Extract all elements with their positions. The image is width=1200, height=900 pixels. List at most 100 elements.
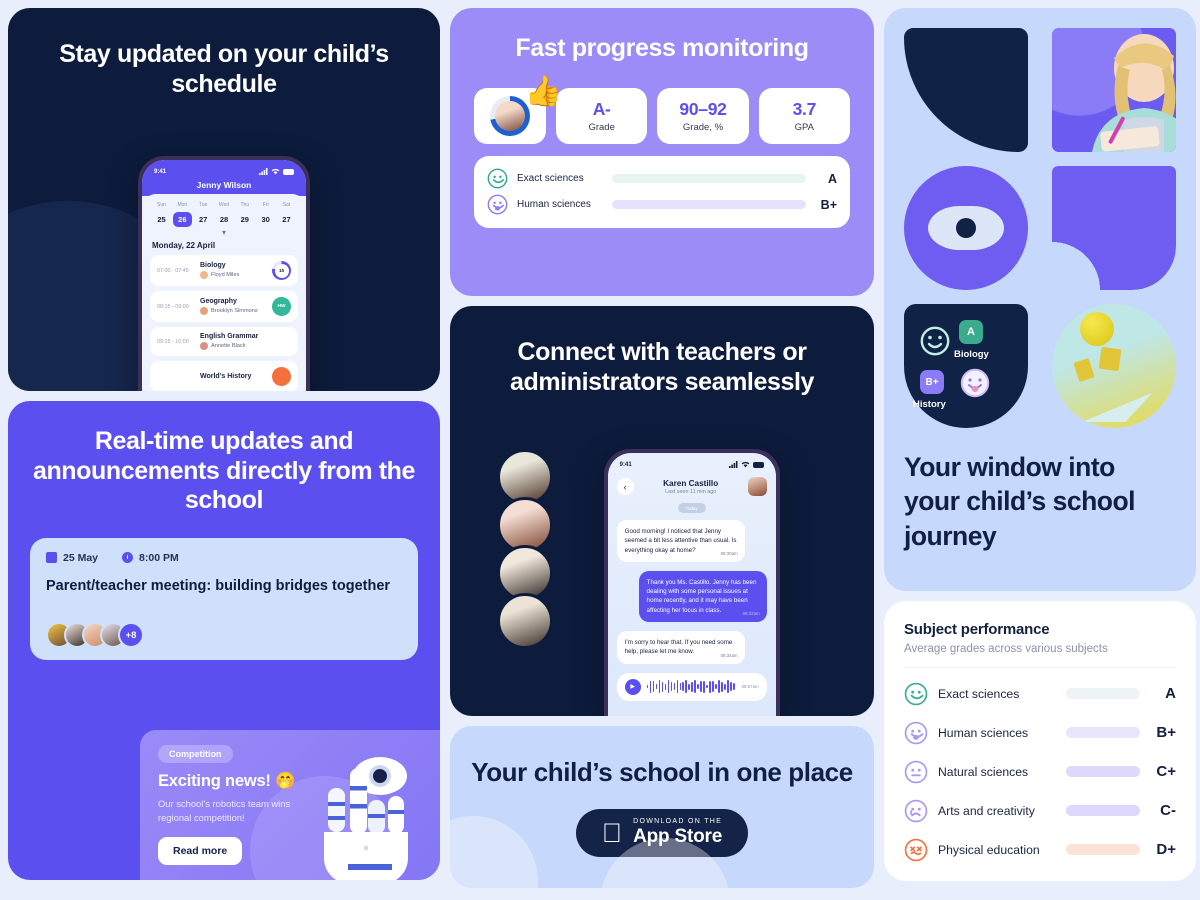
day-label: Monday, 22 April: [152, 241, 216, 250]
signal-icon: [728, 461, 738, 468]
subject-rows: Exact sciences A Human sciences B+ Natur…: [904, 674, 1176, 869]
middle-column: Fast progress monitoring 👍 A- Grade 90–9…: [450, 8, 874, 892]
announcement-date: 25 May: [63, 551, 99, 564]
stat-value: 90–92: [679, 98, 727, 119]
window-headline: Your window into your child’s school jou…: [904, 452, 1136, 551]
stat-value: A-: [592, 98, 611, 119]
chevron-down-icon[interactable]: ▾: [150, 228, 298, 237]
eye-white: [928, 206, 1004, 250]
week-day-cell[interactable]: Wed 28: [214, 202, 233, 227]
chat-timestamp: 08:32am: [742, 611, 760, 617]
announcement-card[interactable]: 25 May 8:00 PM Parent/teacher meeting: b…: [30, 537, 418, 661]
phone-header: 9:41 Jenny Wilson: [142, 160, 306, 196]
week-day-name: Sun: [157, 202, 166, 208]
lesson-row[interactable]: 08:15 - 09:00 Geography Brooklyn Simmons…: [150, 291, 298, 322]
subject-track: [1066, 727, 1140, 738]
avatar: [200, 342, 208, 350]
week-day-cell[interactable]: Sat 27: [277, 202, 296, 227]
battery-icon: [283, 168, 294, 175]
attendee-avatars[interactable]: +8: [46, 622, 402, 649]
subject-badges-shape: A Biology B+ History: [904, 304, 1028, 428]
subject-grade: C+: [1156, 763, 1176, 780]
week-selector[interactable]: Sun 25 Mon 26 Tue 27 Wed 28 Thu 29 Fri 3…: [150, 202, 298, 227]
lesson-row[interactable]: 09:15 - 10:00 English Grammar Annette Bl…: [150, 327, 298, 356]
subject-name: Exact sciences: [938, 686, 1020, 701]
lesson-info: Biology Floyd Miles: [200, 262, 267, 279]
badge-grade-biology: A: [959, 320, 983, 344]
progress-track: [612, 200, 806, 209]
calendar-icon: [46, 552, 57, 563]
lesson-row[interactable]: 07:00 - 07:45 Biology Floyd Miles 15: [150, 255, 298, 286]
subject-track: [1066, 844, 1140, 855]
week-day-cell[interactable]: Thu 29: [235, 202, 254, 227]
chat-timestamp: 08:34am: [720, 653, 738, 659]
week-day-number: 28: [219, 215, 229, 224]
subject-grade: A: [1165, 685, 1176, 702]
subject-performance-subtitle: Average grades across various subjects: [904, 643, 1108, 655]
lesson-homework-badge: HW: [272, 297, 291, 316]
clock-icon: [122, 552, 134, 563]
student-photo: [1052, 28, 1176, 152]
chat-screen: 9:41 ‹ Karen Castillo Last seen 11 min a…: [607, 453, 776, 716]
decorative-blob: [450, 816, 538, 888]
week-day-name: Mon: [177, 202, 188, 208]
clip-object: [1098, 346, 1122, 372]
subject-name: Arts and creativity: [938, 803, 1035, 818]
waveform: [646, 680, 736, 694]
window-feature-card: A Biology B+ History Your window into yo…: [884, 8, 1196, 591]
status-bar: 9:41: [142, 160, 306, 180]
stat-cell: 90–92 Grade, %: [657, 87, 749, 144]
avatar[interactable]: [497, 593, 553, 649]
play-icon[interactable]: ▶: [624, 678, 641, 695]
lesson-row[interactable]: World’s History: [150, 361, 298, 391]
week-day-number: 27: [198, 215, 208, 224]
announcement-time: 8:00 PM: [139, 551, 179, 564]
stat-cell: A- Grade: [556, 87, 648, 144]
stat-label: GPA: [794, 121, 814, 133]
lesson-subject: Geography: [200, 298, 237, 305]
battery-icon: [752, 461, 764, 468]
avatar: [200, 271, 208, 279]
back-icon[interactable]: ‹: [616, 478, 634, 495]
stat-label: Grade, %: [682, 121, 724, 133]
status-icons: [259, 168, 294, 175]
week-day-cell[interactable]: Sun 25: [152, 202, 171, 227]
badge-grade-text: B+: [925, 376, 939, 388]
avatar: [200, 307, 208, 315]
subject-row: Human sciences B+: [904, 713, 1176, 752]
robot-hand-illustration: [324, 757, 408, 880]
subject-row: Physical education D+: [904, 830, 1176, 869]
connect-feature-card: Connect with teachers or administrators …: [450, 306, 874, 716]
subject-row: Arts and creativity C-: [904, 791, 1176, 830]
week-day-cell[interactable]: Tue 27: [194, 202, 213, 227]
lesson-time: 08:15 - 09:00: [157, 303, 189, 310]
avatar[interactable]: [747, 477, 767, 496]
marketing-board: Stay updated on your child’s schedule 9:…: [0, 0, 1200, 900]
contact-name: Karen Castillo: [663, 478, 719, 488]
progress-bar-name: Human sciences: [517, 199, 591, 210]
desk-photo: [1052, 304, 1176, 428]
announcement-meta: 25 May 8:00 PM: [46, 552, 402, 564]
app-store-small-label: DOWNLOAD ON THE: [623, 818, 721, 826]
lesson-teacher: Annette Black: [200, 342, 291, 350]
lesson-teacher: Brooklyn Simmons: [200, 307, 267, 315]
appstore-cta-card: Your child’s school in one place  DOWNL…: [450, 726, 874, 888]
face-icon: [487, 168, 508, 189]
lesson-time: 09:15 - 10:00: [157, 338, 189, 345]
wifi-icon: [271, 168, 280, 175]
week-day-cell[interactable]: Mon 26: [172, 202, 192, 227]
subject-name: Human sciences: [938, 725, 1029, 740]
week-day-number: 25: [157, 215, 166, 224]
week-day-cell[interactable]: Fri 30: [256, 202, 275, 227]
progress-bar-name: Exact sciences: [517, 173, 584, 184]
appstore-headline: Your child’s school in one place: [471, 756, 853, 787]
badge-label-biology: Biology: [954, 349, 989, 360]
voice-message[interactable]: ▶ 08:57am: [616, 672, 767, 701]
week-day-number: 30: [261, 215, 270, 224]
stats-row: 👍 A- Grade 90–92 Grade, % 3.7 GPA: [474, 75, 850, 144]
teacher-avatar-column[interactable]: [497, 449, 553, 649]
badge-label-history: History: [913, 399, 946, 410]
promo-banner[interactable]: Competition Exciting news! 🤭 Our school’…: [140, 730, 440, 880]
lesson-list: 07:00 - 07:45 Biology Floyd Miles 15 08:…: [150, 255, 298, 391]
read-more-button[interactable]: Read more: [158, 837, 243, 866]
